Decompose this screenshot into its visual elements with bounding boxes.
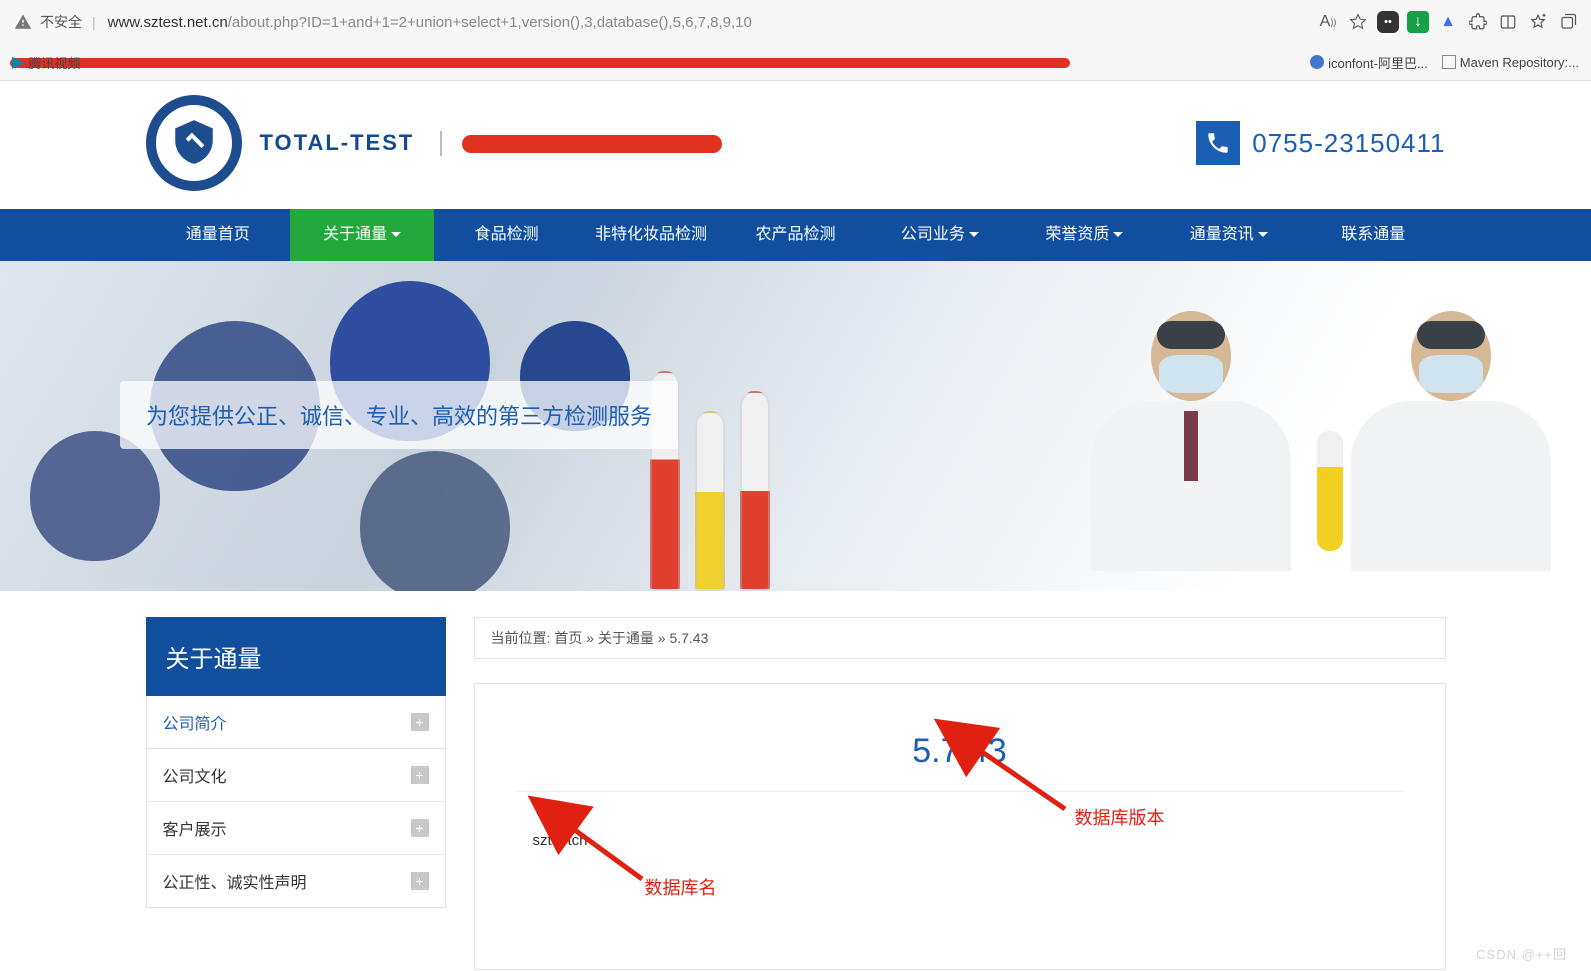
hero-banner: 为您提供公正、诚信、专业、高效的第三方检测服务 <box>0 261 1591 591</box>
sidebar-item[interactable]: 公司简介 + <box>147 696 445 748</box>
vial-graphic <box>360 451 510 591</box>
extensions-icon[interactable] <box>1467 11 1489 33</box>
plus-icon: + <box>411 872 429 890</box>
phone-icon <box>1196 121 1240 165</box>
browser-chrome: 不安全 | www.sztest.net.cn/about.php?ID=1+a… <box>0 0 1591 81</box>
extension-icon-2[interactable]: ↓ <box>1407 11 1429 33</box>
nav-item[interactable]: 公司业务 <box>868 209 1012 261</box>
url-path: /about.php?ID=1+and+1=2+union+select+1,v… <box>228 14 752 31</box>
doc-icon <box>1442 55 1456 69</box>
bookmark-item[interactable]: Maven Repository:... <box>1442 55 1579 70</box>
chevron-down-icon <box>391 232 401 242</box>
annotation-arrow <box>965 739 1075 824</box>
sidebar-item[interactable]: 公正性、诚实性声明 + <box>147 854 445 907</box>
plus-icon: + <box>411 766 429 784</box>
extension-icon-3[interactable]: ▲ <box>1437 11 1459 33</box>
iconfont-icon <box>1310 55 1324 69</box>
content-main: 当前位置: 首页 » 关于通量 » 5.7.43 5.7.43 sztestcn… <box>474 617 1446 970</box>
test-tube-graphic <box>695 411 725 591</box>
favorites-icon[interactable] <box>1527 11 1549 33</box>
nav-item[interactable]: 非特化妆品检测 <box>579 209 723 261</box>
bookmarks-bar: ▶ 腾讯视频 iconfont-阿里巴... Maven Repository:… <box>0 44 1591 80</box>
tagline-block: 权威专业的第三方检测机构 <box>440 131 672 156</box>
breadcrumb: 当前位置: 首页 » 关于通量 » 5.7.43 <box>474 617 1446 659</box>
site-header: TOTAL-TEST 权威专业的第三方检测机构 0755-23150411 <box>146 81 1446 209</box>
sidebar-title: 关于通量 <box>146 617 446 696</box>
bookmark-label: Maven Repository:... <box>1460 55 1579 70</box>
sidebar-item[interactable]: 公司文化 + <box>147 748 445 801</box>
nav-item[interactable]: 通量首页 <box>146 209 290 261</box>
sidebar-item-label: 公司文化 <box>163 763 227 787</box>
security-chip[interactable]: 不安全 | <box>12 11 100 33</box>
address-bar-row: 不安全 | www.sztest.net.cn/about.php?ID=1+a… <box>0 0 1591 44</box>
read-aloud-icon[interactable]: A)) <box>1317 11 1339 33</box>
main-content: 关于通量 公司简介 + 公司文化 + 客户展示 + 公正性、诚实性声明 + 当前位置: 首页 … <box>146 591 1446 970</box>
nav-item[interactable]: 荣誉资质 <box>1012 209 1156 261</box>
chevron-down-icon <box>1258 232 1268 242</box>
nav-item[interactable]: 联系通量 <box>1301 209 1445 261</box>
brand-tagline: 权威专业的第三方检测机构 <box>440 131 672 156</box>
db-version-text: 5.7.43 <box>515 732 1405 792</box>
plus-icon: + <box>411 713 429 731</box>
scientist-graphic <box>1331 311 1571 591</box>
nav-item[interactable]: 通量资讯 <box>1157 209 1301 261</box>
banner-caption: 为您提供公正、诚信、专业、高效的第三方检测服务 <box>120 381 678 449</box>
breadcrumb-home[interactable]: 首页 <box>554 630 582 646</box>
chevron-down-icon <box>969 232 979 242</box>
url-display[interactable]: www.sztest.net.cn/about.php?ID=1+and+1=2… <box>108 14 752 31</box>
split-icon[interactable] <box>1497 11 1519 33</box>
url-host: www.sztest.net.cn <box>108 14 228 31</box>
test-tube-graphic <box>740 391 770 591</box>
logo-icon <box>169 118 219 168</box>
separator: » <box>658 630 670 646</box>
chevron-down-icon <box>1113 232 1123 242</box>
breadcrumb-label: 当前位置: <box>491 630 551 646</box>
redaction-line <box>10 58 1070 68</box>
sidebar-item-label: 公正性、诚实性声明 <box>163 869 307 893</box>
video-icon: ▶ <box>12 52 24 72</box>
sidebar-list: 公司简介 + 公司文化 + 客户展示 + 公正性、诚实性声明 + <box>146 696 446 908</box>
annotation-db-label: 数据库名 <box>645 874 717 900</box>
separator: » <box>586 630 598 646</box>
bookmark-label: 腾讯视频 <box>28 53 80 72</box>
separator: | <box>92 14 96 30</box>
main-nav: 通量首页关于通量食品检测非特化妆品检测农产品检测公司业务荣誉资质通量资讯联系通量 <box>0 209 1591 261</box>
security-text: 不安全 <box>40 12 82 32</box>
brand-block: TOTAL-TEST <box>260 130 415 156</box>
vial-graphic <box>30 431 160 561</box>
plus-icon: + <box>411 819 429 837</box>
annotation-arrow <box>560 819 650 894</box>
nav-item[interactable]: 食品检测 <box>434 209 578 261</box>
redaction-scribble <box>462 135 722 153</box>
warning-icon <box>12 11 34 33</box>
sidebar: 关于通量 公司简介 + 公司文化 + 客户展示 + 公正性、诚实性声明 + <box>146 617 446 970</box>
extension-icon-1[interactable]: •• <box>1377 11 1399 33</box>
bookmark-item[interactable]: ▶ 腾讯视频 <box>12 52 80 72</box>
brand-title: TOTAL-TEST <box>260 130 415 156</box>
bookmark-item[interactable]: iconfont-阿里巴... <box>1310 53 1428 72</box>
sidebar-item[interactable]: 客户展示 + <box>147 801 445 854</box>
page-container: TOTAL-TEST 权威专业的第三方检测机构 0755-23150411 <box>146 81 1446 209</box>
breadcrumb-section[interactable]: 关于通量 <box>598 630 654 646</box>
sidebar-item-label: 客户展示 <box>163 816 227 840</box>
nav-item[interactable]: 关于通量 <box>290 209 434 261</box>
annotation-version-label: 数据库版本 <box>1075 804 1165 830</box>
breadcrumb-current: 5.7.43 <box>669 630 708 646</box>
content-panel: 5.7.43 sztestcn 数据库版本 数据库名 <box>474 683 1446 970</box>
collections-icon[interactable] <box>1557 11 1579 33</box>
hotline-block: 0755-23150411 <box>1196 121 1445 165</box>
star-icon[interactable] <box>1347 11 1369 33</box>
sidebar-item-label: 公司简介 <box>163 710 227 734</box>
scientist-graphic <box>1071 311 1311 591</box>
site-logo[interactable] <box>146 95 242 191</box>
nav-item[interactable]: 农产品检测 <box>723 209 867 261</box>
bookmark-label: iconfont-阿里巴... <box>1328 53 1428 72</box>
phone-number: 0755-23150411 <box>1252 128 1445 159</box>
watermark: CSDN @++回 <box>1476 944 1567 963</box>
